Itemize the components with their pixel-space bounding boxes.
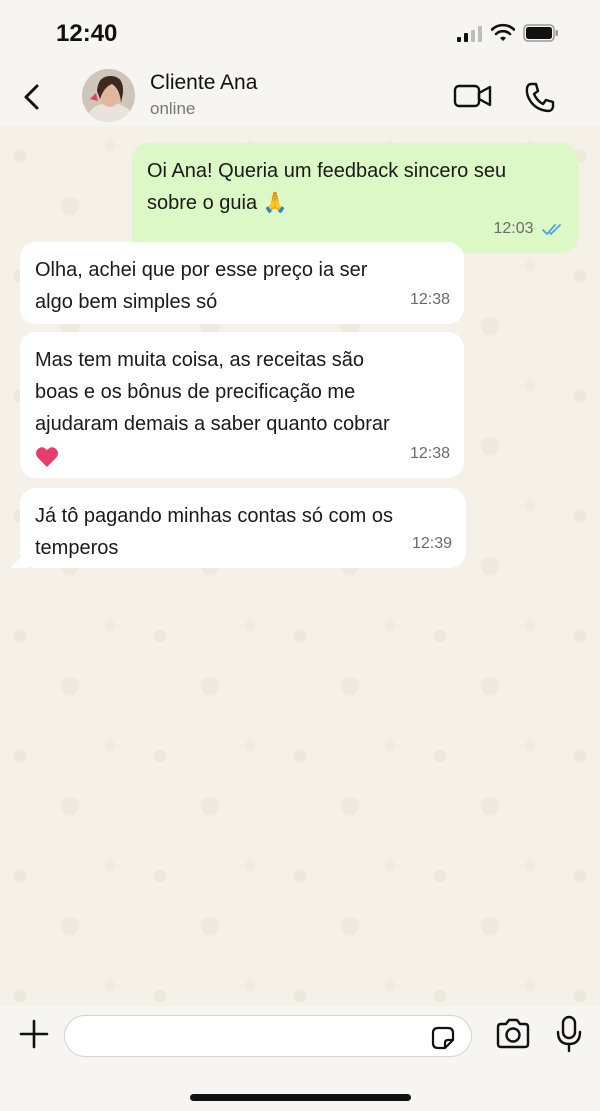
message-time: 12:03 xyxy=(494,213,565,245)
message-input-container[interactable] xyxy=(64,1015,472,1057)
video-icon[interactable] xyxy=(453,82,493,110)
contact-status: online xyxy=(150,99,196,118)
message-time: 12:38 xyxy=(409,445,450,462)
message-text-line: boas e os bônus de precificação me xyxy=(35,381,356,403)
message-text-line: Já tô pagando minhas contas só com os xyxy=(35,505,393,527)
message-bubble-incoming[interactable]: Olha, achei que por esse preço ia ser al… xyxy=(20,242,464,324)
mic-icon[interactable] xyxy=(556,1015,582,1053)
message-text-line: Oi Ana! Queria um feedback sincero seu xyxy=(147,160,507,182)
message-text-line: temperos xyxy=(35,537,119,559)
camera-icon[interactable] xyxy=(495,1018,531,1050)
plus-icon[interactable] xyxy=(18,1018,50,1050)
message-text-line: Olha, achei que por esse preço ia ser xyxy=(35,259,368,281)
message-text-line: ajudaram demais a saber quanto cobrar xyxy=(35,413,390,435)
message-input[interactable] xyxy=(79,1022,419,1052)
message-time: 12:38 xyxy=(409,291,450,308)
back-icon[interactable] xyxy=(18,80,46,114)
message-bubble-incoming[interactable]: Mas tem muita coisa, as receitas são boa… xyxy=(20,332,464,478)
avatar[interactable] xyxy=(82,69,135,122)
message-time: 12:39 xyxy=(411,535,452,552)
wifi-icon xyxy=(491,23,515,41)
message-text-line: sobre o guia xyxy=(147,192,258,214)
sticker-icon[interactable] xyxy=(429,1024,457,1052)
contact-name[interactable]: Cliente Ana xyxy=(150,71,257,95)
status-bar: 12:40 xyxy=(0,0,600,66)
signal-icon xyxy=(457,26,482,42)
status-time: 12:40 xyxy=(56,20,118,47)
message-text-line: algo bem simples só xyxy=(35,291,218,313)
message-text-line: Mas tem muita coisa, as receitas são xyxy=(35,349,365,371)
message-bubble-incoming[interactable]: Já tô pagando minhas contas só com os te… xyxy=(20,488,466,568)
double-check-icon xyxy=(542,223,561,236)
phone-icon[interactable] xyxy=(523,80,557,114)
input-bar xyxy=(0,1006,600,1111)
praying-hands-emoji: 🙏 xyxy=(262,192,288,214)
bubble-tail xyxy=(10,550,28,568)
chat-header: Cliente Ana online xyxy=(0,66,600,126)
heart-icon xyxy=(36,446,58,467)
chat-area[interactable]: Oi Ana! Queria um feedback sincero seu s… xyxy=(0,126,600,1006)
home-indicator[interactable] xyxy=(190,1094,411,1101)
battery-icon xyxy=(523,24,558,42)
message-bubble-outgoing[interactable]: Oi Ana! Queria um feedback sincero seu s… xyxy=(132,143,578,253)
